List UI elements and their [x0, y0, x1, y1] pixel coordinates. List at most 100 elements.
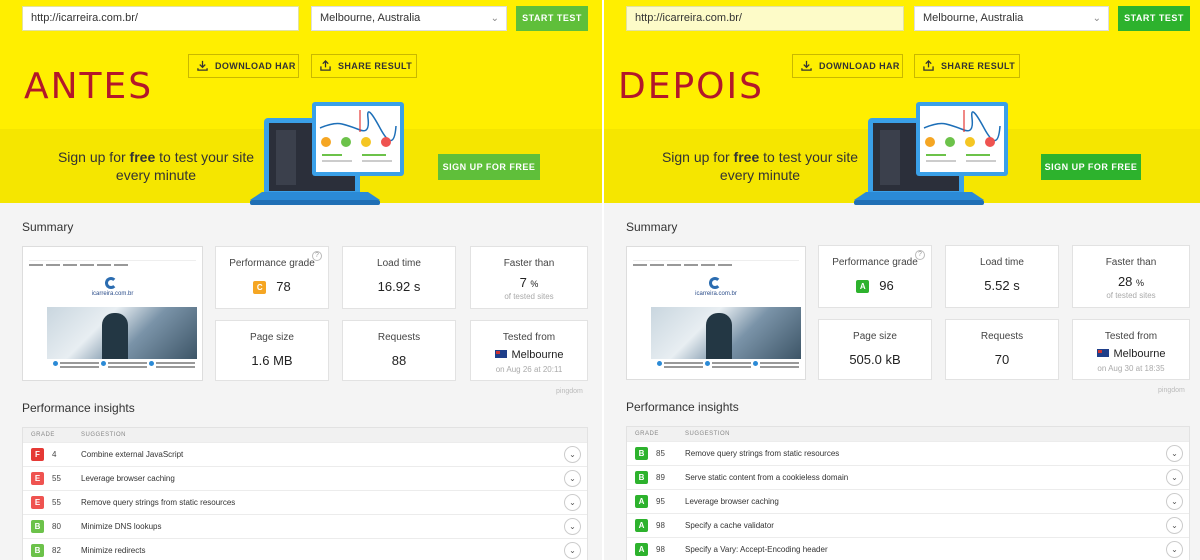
tested-from-card: Tested from Melbourne on Aug 26 at 20:11 — [470, 320, 588, 381]
site-logo-icon — [709, 277, 721, 289]
insight-row[interactable]: F 4 Combine external JavaScript ⌄ — [23, 442, 587, 466]
share-icon — [320, 60, 331, 71]
insight-score: 4 — [52, 450, 57, 459]
grade-badge: E — [31, 496, 44, 509]
insights-table-header: GRADE SUGGESTION — [627, 427, 1189, 441]
insights-table-header: GRADE SUGGESTION — [23, 428, 587, 442]
chevron-down-icon: ⌄ — [1092, 13, 1101, 24]
share-result-label: SHARE RESULT — [338, 61, 413, 71]
requests-card: Requests 88 — [342, 320, 456, 381]
start-test-button[interactable]: START TEST — [516, 6, 588, 31]
thumbnail-nav — [29, 253, 196, 266]
chevron-down-icon[interactable]: ⌄ — [564, 518, 581, 535]
chevron-down-icon[interactable]: ⌄ — [1166, 541, 1183, 558]
insight-row[interactable]: B 85 Remove query strings from static re… — [627, 441, 1189, 465]
help-icon[interactable]: ? — [312, 251, 322, 261]
load-time-card: Load time 16.92 s — [342, 246, 456, 309]
sign-up-button[interactable]: SIGN UP FOR FREE — [438, 154, 540, 180]
insight-row[interactable]: E 55 Leverage browser caching ⌄ — [23, 466, 587, 490]
url-input[interactable]: http://icarreira.com.br/ — [22, 6, 299, 31]
chevron-down-icon[interactable]: ⌄ — [564, 470, 581, 487]
grade-badge: B — [635, 447, 648, 460]
australia-flag-icon — [1096, 349, 1109, 357]
location-select[interactable]: Melbourne, Australia ⌄ — [914, 6, 1109, 31]
load-time-label: Load time — [980, 257, 1024, 268]
suggestion-column-header: SUGGESTION — [81, 432, 127, 438]
download-har-button[interactable]: DOWNLOAD HAR — [188, 54, 299, 78]
grade-badge: B — [635, 471, 648, 484]
chevron-down-icon[interactable]: ⌄ — [1166, 493, 1183, 510]
insight-suggestion: Leverage browser caching — [81, 474, 175, 483]
page-size-label: Page size — [853, 331, 897, 342]
faster-than-value: 7 — [519, 275, 527, 290]
insight-suggestion: Specify a cache validator — [685, 521, 774, 530]
page-size-label: Page size — [250, 332, 294, 343]
before-label: ANTES — [24, 66, 154, 107]
thumbnail-feature — [657, 361, 703, 373]
chevron-down-icon[interactable]: ⌄ — [1166, 469, 1183, 486]
faster-than-card: Faster than 28 % of tested sites — [1072, 245, 1190, 308]
insight-score: 89 — [656, 473, 665, 482]
grade-badge: A — [635, 495, 648, 508]
chevron-down-icon[interactable]: ⌄ — [564, 446, 581, 463]
insight-suggestion: Minimize DNS lookups — [81, 522, 162, 531]
insight-row[interactable]: B 89 Serve static content from a cookiel… — [627, 465, 1189, 489]
thumbnail-feature — [705, 361, 751, 373]
tested-from-label: Tested from — [1104, 331, 1158, 342]
grade-badge: F — [31, 448, 44, 461]
site-thumbnail: icarreira.com.br — [626, 246, 806, 380]
insight-score: 82 — [52, 546, 61, 555]
sign-up-button[interactable]: SIGN UP FOR FREE — [1041, 154, 1141, 180]
insights-title: Performance insights — [22, 401, 135, 415]
share-result-button[interactable]: SHARE RESULT — [311, 54, 417, 78]
chevron-down-icon: ⌄ — [490, 13, 499, 24]
help-icon[interactable]: ? — [915, 250, 925, 260]
requests-value: 70 — [994, 352, 1010, 367]
promo-text: Sign up for free to test your site every… — [56, 148, 256, 184]
requests-value: 88 — [391, 353, 407, 368]
grade-badge: C — [253, 281, 267, 294]
load-time-value: 16.92 s — [377, 279, 421, 294]
grade-column-header: GRADE — [31, 432, 55, 438]
tested-from-value: Melbourne — [1113, 348, 1166, 360]
insight-row[interactable]: A 98 Specify a Vary: Accept-Encoding hea… — [627, 537, 1189, 560]
insight-row[interactable]: A 98 Specify a cache validator ⌄ — [627, 513, 1189, 537]
share-result-button[interactable]: SHARE RESULT — [914, 54, 1020, 78]
chevron-down-icon[interactable]: ⌄ — [1166, 445, 1183, 462]
after-label: DEPOIS — [618, 66, 764, 107]
location-value: Melbourne, Australia — [923, 12, 1024, 24]
insight-score: 85 — [656, 449, 665, 458]
chevron-down-icon[interactable]: ⌄ — [564, 494, 581, 511]
thumbnail-nav — [633, 253, 799, 266]
url-input[interactable]: http://icarreira.com.br/ — [626, 6, 904, 31]
requests-label: Requests — [377, 332, 421, 343]
insight-row[interactable]: E 55 Remove query strings from static re… — [23, 490, 587, 514]
chevron-down-icon[interactable]: ⌄ — [1166, 517, 1183, 534]
location-select[interactable]: Melbourne, Australia ⌄ — [311, 6, 507, 31]
insight-suggestion: Serve static content from a cookieless d… — [685, 473, 849, 482]
insights-table: GRADE SUGGESTION F 4 Combine external Ja… — [22, 427, 588, 560]
pingdom-credit: pingdom — [556, 388, 583, 395]
promo-text: Sign up for free to test your site every… — [660, 148, 860, 184]
performance-grade-value: 78 — [276, 279, 291, 294]
performance-grade-label: Performance grade — [832, 257, 918, 268]
performance-grade-card: ? Performance grade A 96 — [818, 245, 932, 308]
insight-score: 55 — [52, 498, 61, 507]
share-icon — [923, 60, 934, 71]
chevron-down-icon[interactable]: ⌄ — [564, 542, 581, 559]
faster-than-sub: of tested sites — [504, 292, 554, 301]
grade-badge: E — [31, 472, 44, 485]
insight-row[interactable]: B 82 Minimize redirects ⌄ — [23, 538, 587, 560]
panel-before: http://icarreira.com.br/ Melbourne, Aust… — [0, 0, 602, 560]
faster-than-label: Faster than — [503, 258, 555, 269]
faster-than-sub: of tested sites — [1106, 291, 1156, 300]
laptop-illustration — [250, 102, 404, 205]
start-test-button[interactable]: START TEST — [1118, 6, 1190, 31]
insight-row[interactable]: B 80 Minimize DNS lookups ⌄ — [23, 514, 587, 538]
pingdom-credit: pingdom — [1158, 387, 1185, 394]
insight-row[interactable]: A 95 Leverage browser caching ⌄ — [627, 489, 1189, 513]
promo-text-start: Sign up for — [57, 149, 130, 165]
insight-score: 80 — [52, 522, 61, 531]
promo-text-start: Sign up for — [661, 149, 734, 165]
download-har-button[interactable]: DOWNLOAD HAR — [792, 54, 903, 78]
